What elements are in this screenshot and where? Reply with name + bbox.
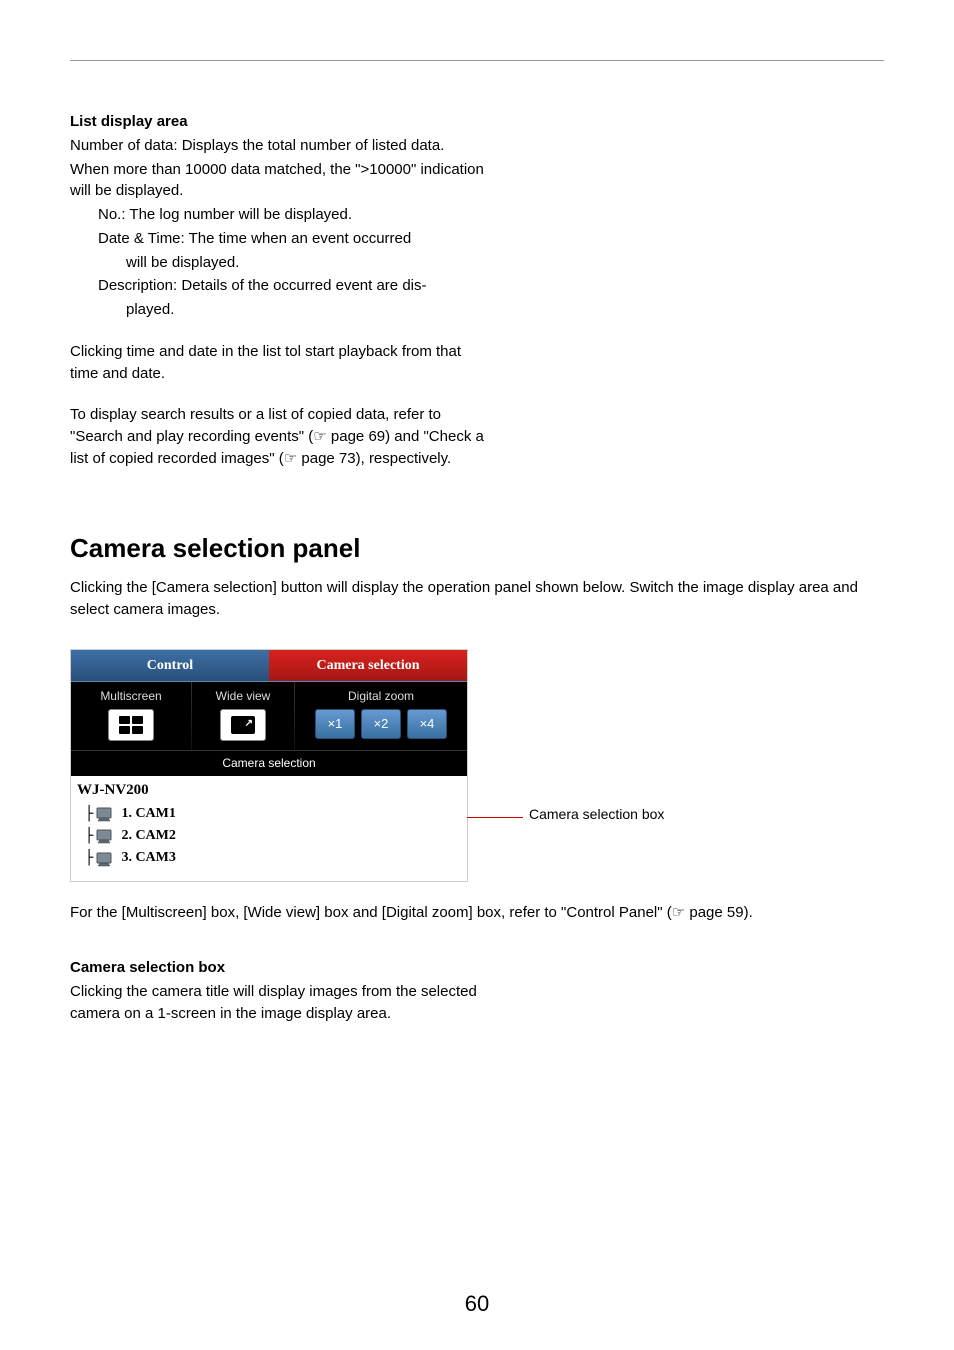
zoom-x2-button[interactable]: ×2 (361, 709, 401, 739)
camsel-box-body: Clicking the camera title will display i… (70, 981, 490, 1025)
section-footer-a: For the [Multiscreen] box, [Wide view] b… (70, 904, 672, 921)
camera-item-2[interactable]: ├ 2. CAM2 (85, 826, 461, 846)
divider (70, 60, 884, 61)
list-datetime-line1: Date & Time: The time when an event occu… (98, 228, 490, 250)
list-para2: Clicking time and date in the list tol s… (70, 341, 490, 385)
digitalzoom-label: Digital zoom (295, 688, 467, 705)
refmark-icon: ☞ (284, 450, 297, 467)
list-desc-line1: Description: Details of the occurred eve… (98, 275, 490, 297)
list-datetime-line2: will be displayed. (126, 252, 490, 274)
list-para3c: page 73), respectively. (297, 450, 451, 467)
callout-line (467, 817, 523, 818)
zoom-x1-button[interactable]: ×1 (315, 709, 355, 739)
list-display-heading: List display area (70, 111, 490, 133)
arrow-icon: ↗ (245, 717, 253, 732)
tab-camera-selection[interactable]: Camera selection (269, 650, 467, 682)
camera-icon (95, 851, 117, 867)
section-footer-b: page 59). (685, 904, 753, 921)
camera-icon (95, 828, 117, 844)
page-number: 60 (0, 1288, 954, 1320)
list-desc-line2: played. (126, 299, 490, 321)
tree-branch-icon: ├ (85, 826, 93, 846)
tabs: Control Camera selection (71, 650, 467, 682)
section-intro: Clicking the [Camera selection] button w… (70, 577, 884, 621)
camera-selection-heading: Camera selection (71, 750, 467, 776)
callout: Camera selection box (468, 649, 884, 882)
tree-branch-icon: ├ (85, 804, 93, 824)
tree-branch-icon: ├ (85, 848, 93, 868)
camera-selection-box: WJ-NV200 ├ 1. CAM1 ├ 2. CAM2 (71, 776, 467, 881)
wideview-label: Wide view (192, 688, 294, 705)
list-no-label: No.: The log number will be displayed. (98, 204, 490, 226)
zoom-x4-button[interactable]: ×4 (407, 709, 447, 739)
wideview-icon: ↗ (231, 716, 255, 734)
callout-label: Camera selection box (529, 804, 664, 824)
refmark-icon: ☞ (672, 904, 685, 921)
tab-control[interactable]: Control (71, 650, 269, 682)
camera-selection-panel: Control Camera selection Multiscreen Wid… (70, 649, 468, 882)
camera-item-label: 1. CAM1 (121, 804, 175, 824)
section-footer: For the [Multiscreen] box, [Wide view] b… (70, 902, 884, 924)
device-name: WJ-NV200 (77, 780, 461, 802)
wideview-button[interactable]: ↗ (220, 709, 266, 741)
camera-item-1[interactable]: ├ 1. CAM1 (85, 804, 461, 824)
camera-icon (95, 806, 117, 822)
camera-item-3[interactable]: ├ 3. CAM3 (85, 848, 461, 868)
camsel-box-heading: Camera selection box (70, 957, 490, 979)
multiscreen-label: Multiscreen (71, 688, 191, 705)
camera-item-label: 3. CAM3 (121, 848, 175, 868)
list-para3: To display search results or a list of c… (70, 404, 490, 469)
refmark-icon: ☞ (313, 428, 326, 445)
list-display-line2: When more than 10000 data matched, the "… (70, 159, 490, 203)
multiscreen-button[interactable] (108, 709, 154, 741)
section-title: Camera selection panel (70, 530, 884, 568)
camera-item-label: 2. CAM2 (121, 826, 175, 846)
multiscreen-icon (119, 716, 143, 734)
list-display-line1: Number of data: Displays the total numbe… (70, 135, 490, 157)
